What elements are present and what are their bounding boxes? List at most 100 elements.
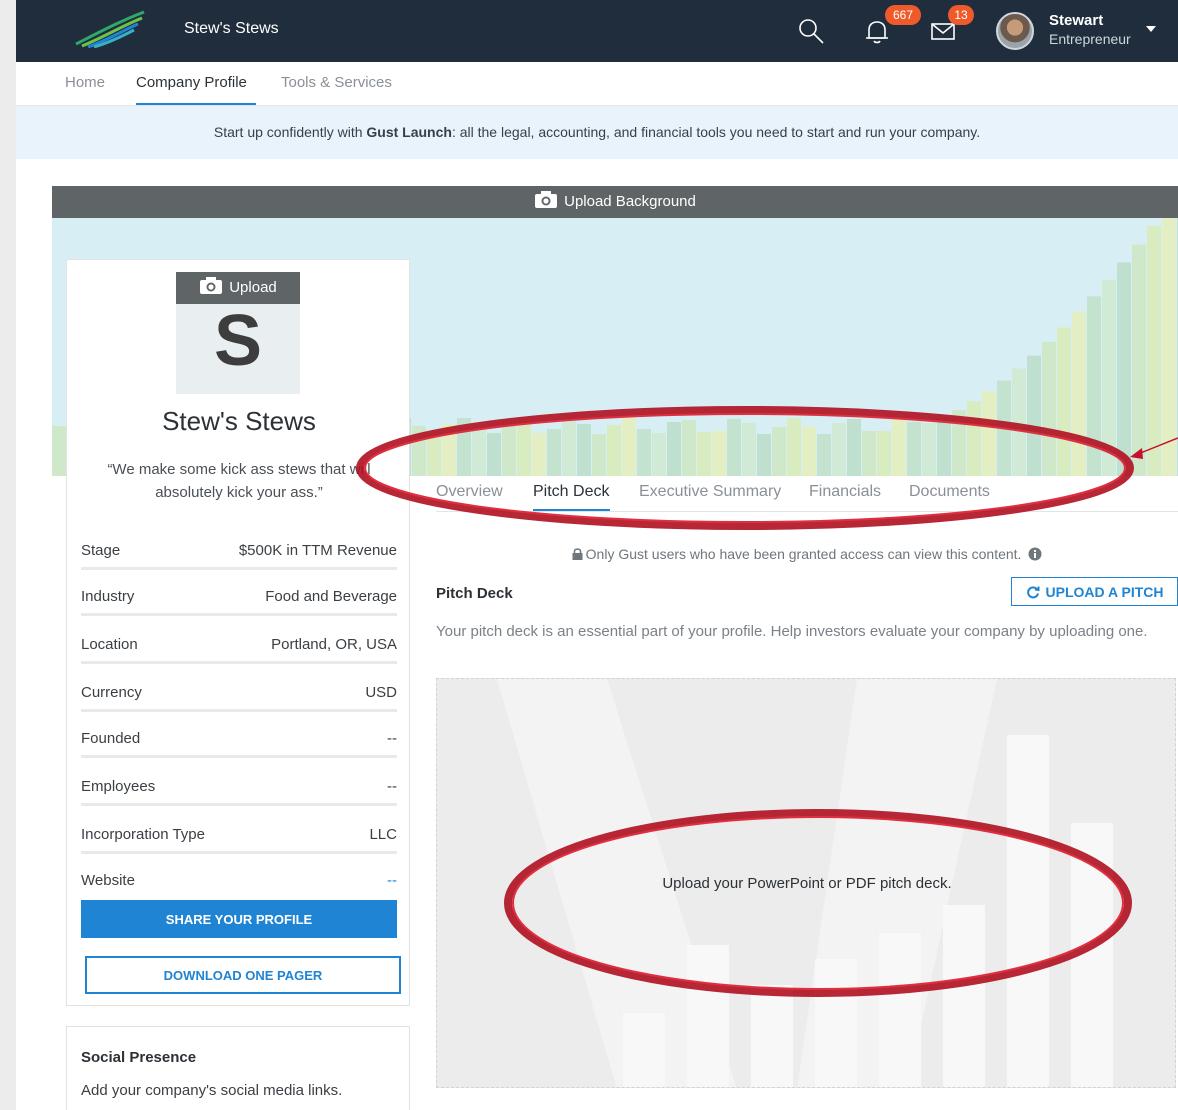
background-bar xyxy=(1087,296,1101,476)
subnav-company-profile[interactable]: Company Profile xyxy=(136,74,247,91)
company-switcher[interactable]: Stew's Stews xyxy=(184,20,279,38)
background-bar xyxy=(1132,244,1146,476)
background-bar xyxy=(547,429,561,476)
background-bar xyxy=(742,423,756,476)
background-bar xyxy=(727,419,741,476)
lock-icon xyxy=(572,548,583,560)
background-bar xyxy=(712,431,726,476)
background-bar xyxy=(532,433,546,476)
background-bar xyxy=(427,434,441,476)
background-bar xyxy=(907,422,921,476)
share-profile-button[interactable]: SHARE YOUR PROFILE xyxy=(81,900,397,938)
background-bar xyxy=(622,418,636,476)
website-link[interactable]: -- xyxy=(387,872,397,889)
background-bar xyxy=(817,434,831,476)
info-icon[interactable] xyxy=(1028,547,1042,561)
avatar[interactable] xyxy=(996,12,1034,50)
background-bar xyxy=(982,391,996,476)
subnav-tools-services[interactable]: Tools & Services xyxy=(281,74,392,91)
fact-value: LLC xyxy=(369,826,397,843)
background-bar xyxy=(607,425,621,476)
upload-pitch-label: UPLOAD A PITCH xyxy=(1045,583,1164,600)
subnav-home[interactable]: Home xyxy=(65,74,105,91)
background-bar xyxy=(952,410,966,476)
background-bar xyxy=(832,423,846,476)
background-bar xyxy=(937,417,951,476)
social-presence-card: Social Presence Add your company's socia… xyxy=(66,1026,410,1110)
page: Stew's Stews 667 13 Stewart Entrepreneur… xyxy=(16,0,1178,1110)
upload-background-button[interactable]: Upload Background xyxy=(52,186,1178,218)
access-note-text: Only Gust users who have been granted ac… xyxy=(585,546,1022,562)
background-bar xyxy=(757,434,771,476)
fact-value: -- xyxy=(387,778,397,795)
fact-founded: Founded -- xyxy=(81,712,397,758)
upload-logo-button[interactable]: Upload xyxy=(176,272,300,304)
banner-prefix: Start up confidently with xyxy=(213,124,367,140)
fact-incorporation-type: Incorporation Type LLC xyxy=(81,808,397,854)
background-bar xyxy=(1072,312,1086,476)
profile-tabs: Overview Pitch Deck Executive Summary Fi… xyxy=(436,476,1178,512)
background-bar xyxy=(787,418,801,476)
social-presence-title: Social Presence xyxy=(81,1049,197,1066)
fact-industry: Industry Food and Beverage xyxy=(81,570,397,616)
background-bar xyxy=(1027,355,1041,476)
tab-pitch-deck[interactable]: Pitch Deck xyxy=(533,483,609,501)
background-bar xyxy=(967,401,981,476)
fact-label: Website xyxy=(81,872,135,889)
company-profile-card: S Upload Stew's Stews “We make some kick… xyxy=(66,259,410,1006)
chevron-down-icon[interactable] xyxy=(1146,26,1156,32)
fact-label: Stage xyxy=(81,542,121,559)
background-bar xyxy=(1042,341,1056,476)
background-bar xyxy=(1162,206,1176,476)
fact-label: Founded xyxy=(81,730,141,747)
tab-financials[interactable]: Financials xyxy=(809,483,881,501)
background-bar xyxy=(1102,279,1116,476)
background-bar xyxy=(802,427,816,476)
pitch-deck-dropzone[interactable]: Upload your PowerPoint or PDF pitch deck… xyxy=(436,678,1176,1088)
pitch-deck-title: Pitch Deck xyxy=(436,585,513,602)
company-tagline: “We make some kick ass stews that will a… xyxy=(107,461,371,501)
tab-documents[interactable]: Documents xyxy=(909,483,990,501)
user-name[interactable]: Stewart xyxy=(1049,12,1103,29)
background-bar xyxy=(652,433,666,476)
active-tab-indicator xyxy=(136,103,256,105)
pitch-deck-description: Your pitch deck is an essential part of … xyxy=(436,623,1148,640)
camera-icon xyxy=(200,277,223,294)
search-icon[interactable] xyxy=(796,16,826,46)
gust-logo[interactable] xyxy=(72,10,148,48)
fact-website: Website -- xyxy=(81,854,397,900)
background-bar xyxy=(1117,262,1131,476)
upload-pitch-button[interactable]: UPLOAD A PITCH xyxy=(1011,577,1178,606)
background-bar xyxy=(52,426,66,476)
background-bar xyxy=(502,421,516,476)
tab-executive-summary[interactable]: Executive Summary xyxy=(639,483,781,501)
fact-stage: Stage $500K in TTM Revenue xyxy=(81,524,397,570)
background-bar xyxy=(442,424,456,476)
background-bar xyxy=(1057,327,1071,476)
background-bar xyxy=(922,423,936,476)
background-bar xyxy=(1147,226,1161,476)
tab-overview[interactable]: Overview xyxy=(436,483,503,501)
banner-brand: Gust Launch xyxy=(366,124,452,140)
refresh-icon xyxy=(1026,585,1040,598)
company-logo: S Upload xyxy=(176,272,300,394)
background-bar xyxy=(682,420,696,476)
messages-badge: 13 xyxy=(948,5,974,25)
fact-value: $500K in TTM Revenue xyxy=(238,542,397,559)
gust-launch-banner[interactable]: Start up confidently with Gust Launch: a… xyxy=(16,106,1178,159)
sub-navbar: Home Company Profile Tools & Services xyxy=(16,62,1178,106)
download-one-pager-button[interactable]: DOWNLOAD ONE PAGER xyxy=(85,956,401,994)
background-bar xyxy=(697,432,711,476)
fact-value: -- xyxy=(387,730,397,747)
social-presence-text: Add your company's social media links. xyxy=(81,1082,343,1099)
background-bar xyxy=(772,427,786,476)
background-bar xyxy=(457,418,471,476)
notifications-badge: 667 xyxy=(885,5,921,25)
fact-value: Portland, OR, USA xyxy=(271,636,397,653)
dropzone-text: Upload your PowerPoint or PDF pitch deck… xyxy=(662,875,952,892)
fact-label: Currency xyxy=(81,684,142,701)
background-bar xyxy=(847,419,861,476)
background-bar xyxy=(637,429,651,476)
background-bar xyxy=(997,380,1011,476)
background-bar xyxy=(487,433,501,476)
